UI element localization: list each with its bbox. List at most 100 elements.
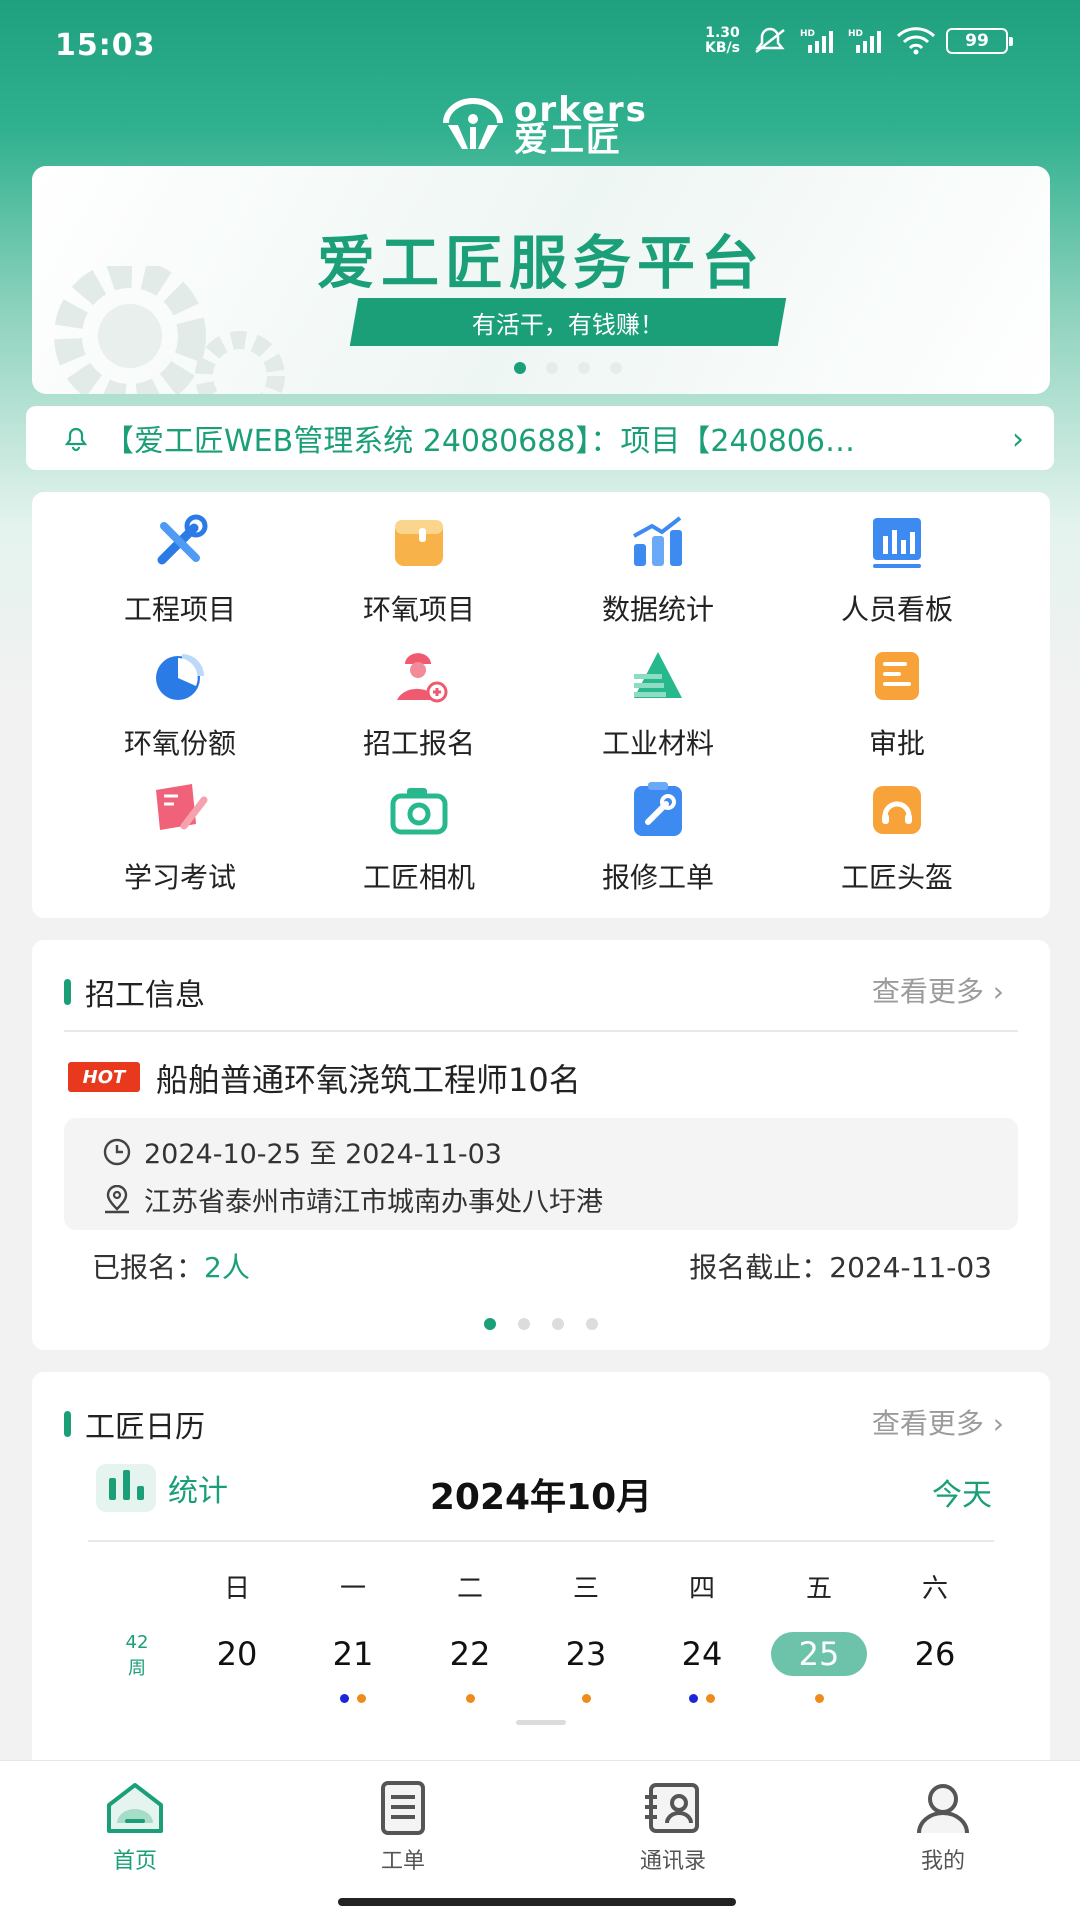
week-number: 42 周 bbox=[125, 1632, 149, 1679]
day-markers bbox=[305, 1694, 401, 1703]
day-markers bbox=[771, 1694, 867, 1703]
signup-deadline: 报名截止：2024-11-03 bbox=[689, 1251, 992, 1284]
grid-item-industrial-materials[interactable]: 工业材料 bbox=[538, 626, 778, 760]
pagination-dot bbox=[518, 1318, 530, 1330]
order-icon bbox=[381, 1781, 425, 1835]
function-grid: 工程项目 环氧项目 数据统计 人员看板 环氧份额 招工报名 工业材料 审批 学习… bbox=[32, 492, 1050, 918]
signal-icon: HD bbox=[848, 29, 881, 53]
day-markers bbox=[538, 1694, 634, 1703]
study-icon bbox=[156, 784, 208, 830]
calendar-day[interactable]: 21 bbox=[305, 1632, 401, 1676]
notice-bar[interactable]: 【爱工匠WEB管理系统 24080688】：项目【240806… › bbox=[26, 406, 1054, 470]
weekday-label: 三 bbox=[572, 1574, 599, 1604]
banner-carousel[interactable]: 爱工匠服务平台 有活干，有钱赚！ bbox=[32, 166, 1050, 394]
bell-icon bbox=[64, 427, 88, 452]
svg-text:HD: HD bbox=[800, 29, 815, 39]
pagination-dot bbox=[514, 362, 526, 374]
calendar-day[interactable]: 23 bbox=[538, 1632, 634, 1676]
signed-up-count: 已报名：2人 bbox=[92, 1251, 250, 1284]
banner-pagination bbox=[514, 362, 622, 374]
pagination-dot bbox=[484, 1318, 496, 1330]
craftsman-calendar: 工匠日历 查看更多 › 统计 2024年10月 今天 日 一 二 三 四 五 六… bbox=[32, 1372, 1050, 1772]
divider bbox=[88, 1540, 994, 1542]
calendar-day[interactable]: 20 bbox=[189, 1632, 285, 1676]
recruitment-card: 招工信息 查看更多 › HOT 船舶普通环氧浇筑工程师10名 2024-10-2… bbox=[32, 940, 1050, 1350]
notice-text: 【爱工匠WEB管理系统 24080688】：项目【240806… bbox=[104, 424, 855, 459]
section-title: 招工信息 bbox=[64, 970, 205, 1014]
calendar-day[interactable]: 24 bbox=[654, 1632, 750, 1676]
pagination-dot bbox=[586, 1318, 598, 1330]
net-speed: 1.30 KB/s bbox=[705, 25, 740, 56]
signal-icon: HD bbox=[800, 29, 833, 53]
view-more-link[interactable]: 查看更多 › bbox=[872, 1402, 1004, 1442]
grid-item-approval[interactable]: 审批 bbox=[777, 626, 1017, 760]
calendar-day[interactable]: 26 bbox=[887, 1632, 983, 1676]
grid-item-staff-board[interactable]: 人员看板 bbox=[777, 492, 1017, 626]
tab-contacts[interactable]: 通讯录 bbox=[598, 1779, 748, 1875]
grid-item-epoxy-projects[interactable]: 环氧项目 bbox=[299, 492, 539, 626]
bar-chart-icon bbox=[633, 516, 682, 566]
view-more-link[interactable]: 查看更多 › bbox=[872, 970, 1004, 1010]
calendar-day[interactable]: 22 bbox=[422, 1632, 518, 1676]
job-location-row: 江苏省泰州市靖江市城南办事处八圩港 bbox=[102, 1180, 603, 1219]
status-time: 15:03 bbox=[55, 28, 156, 63]
grid-item-recruit-signup[interactable]: 招工报名 bbox=[299, 626, 539, 760]
pagination-dot bbox=[610, 362, 622, 374]
worker-add-icon bbox=[397, 653, 448, 703]
home-indicator[interactable] bbox=[338, 1898, 736, 1906]
day-markers bbox=[654, 1694, 750, 1703]
today-button[interactable]: 今天 bbox=[932, 1470, 992, 1514]
tab-work-orders[interactable]: 工单 bbox=[328, 1779, 478, 1875]
pagination-dot bbox=[546, 362, 558, 374]
grid-item-repair-order[interactable]: 报修工单 bbox=[538, 760, 778, 894]
section-title: 工匠日历 bbox=[64, 1402, 205, 1446]
board-icon bbox=[873, 518, 921, 568]
material-icon bbox=[634, 652, 682, 698]
wifi-icon bbox=[896, 27, 936, 55]
app-logo: orkers 爱工匠 bbox=[440, 93, 650, 157]
logo-icon bbox=[443, 98, 503, 149]
chevron-right-icon: › bbox=[1012, 422, 1024, 457]
pie-chart-icon bbox=[156, 654, 204, 700]
repair-icon bbox=[634, 782, 682, 836]
home-icon bbox=[107, 1783, 163, 1833]
approval-icon bbox=[875, 652, 919, 700]
battery-indicator: 99 bbox=[946, 28, 1013, 54]
helmet-icon bbox=[873, 786, 921, 834]
grid-item-data-statistics[interactable]: 数据统计 bbox=[538, 492, 778, 626]
location-icon bbox=[105, 1184, 129, 1213]
weekday-label: 五 bbox=[805, 1574, 832, 1604]
calendar-month: 2024年10月 bbox=[429, 1477, 653, 1518]
grid-item-study-exam[interactable]: 学习考试 bbox=[60, 760, 300, 894]
bucket-icon bbox=[395, 520, 443, 566]
weekday-label: 六 bbox=[921, 1574, 948, 1604]
tools-icon bbox=[157, 514, 208, 565]
tab-profile[interactable]: 我的 bbox=[868, 1779, 1018, 1875]
clock-icon bbox=[103, 1138, 131, 1165]
recruit-pagination bbox=[484, 1318, 598, 1330]
banner-title: 爱工匠服务平台 bbox=[316, 229, 765, 297]
grid-item-epoxy-share[interactable]: 环氧份额 bbox=[60, 626, 300, 760]
weekday-label: 一 bbox=[339, 1574, 366, 1604]
status-bar: 15:03 1.30 KB/s HD HD 99 bbox=[0, 0, 1080, 92]
weekday-label: 日 bbox=[223, 1574, 250, 1604]
weekday-label: 二 bbox=[456, 1574, 483, 1604]
divider bbox=[64, 1030, 1018, 1032]
weekday-label: 四 bbox=[688, 1574, 715, 1604]
calendar-expand-handle[interactable] bbox=[516, 1720, 566, 1725]
calendar-day-selected[interactable]: 25 bbox=[771, 1632, 867, 1676]
contacts-icon bbox=[645, 1783, 699, 1833]
status-icons: 1.30 KB/s HD HD 99 bbox=[705, 25, 1013, 56]
pagination-dot bbox=[552, 1318, 564, 1330]
job-date-row: 2024-10-25 至 2024-11-03 bbox=[102, 1132, 502, 1171]
job-title[interactable]: 船舶普通环氧浇筑工程师10名 bbox=[156, 1055, 581, 1101]
svg-text:HD: HD bbox=[848, 29, 863, 39]
grid-item-engineering-projects[interactable]: 工程项目 bbox=[60, 492, 300, 626]
hot-badge: HOT bbox=[68, 1062, 140, 1092]
bottom-tab-bar: 首页 工单 通讯录 我的 bbox=[0, 1760, 1080, 1920]
day-markers bbox=[422, 1694, 518, 1703]
grid-item-craftsman-camera[interactable]: 工匠相机 bbox=[299, 760, 539, 894]
grid-item-craftsman-helmet[interactable]: 工匠头盔 bbox=[777, 760, 1017, 894]
banner-slogan: 有活干，有钱赚！ bbox=[349, 298, 787, 346]
tab-home[interactable]: 首页 bbox=[60, 1779, 210, 1875]
